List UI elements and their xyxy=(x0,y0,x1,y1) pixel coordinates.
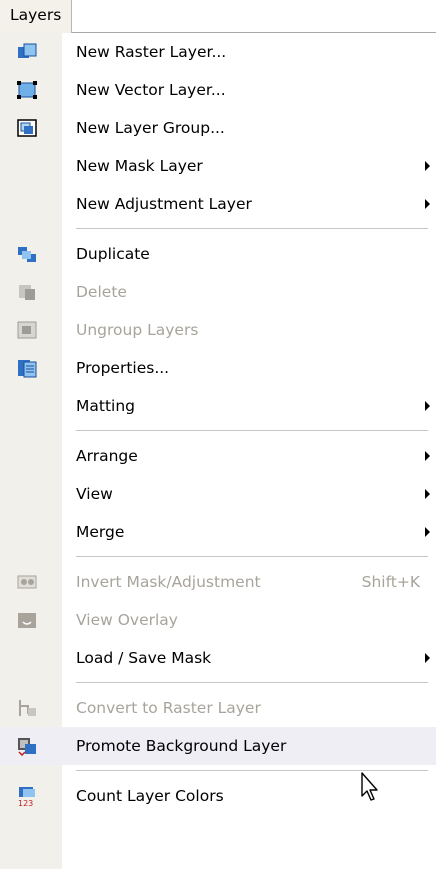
mouse-pointer-icon xyxy=(361,772,378,801)
properties-icon xyxy=(18,360,37,378)
menu-item-label: Delete xyxy=(76,283,127,301)
menu-item-matting[interactable]: Matting xyxy=(0,387,436,425)
menu-item-view[interactable]: View xyxy=(0,475,436,513)
menu-item-new-vector-layer[interactable]: New Vector Layer... xyxy=(0,71,436,109)
menu-item-properties[interactable]: Properties... xyxy=(0,349,436,387)
menu-item-label: View Overlay xyxy=(76,611,178,629)
menu-item-label: View xyxy=(76,485,113,503)
menu-item-label: Load / Save Mask xyxy=(76,649,212,667)
menu-separator xyxy=(0,551,436,563)
menu-item-label: New Vector Layer... xyxy=(76,81,226,99)
menu-item-new-adjustment-layer[interactable]: New Adjustment Layer xyxy=(0,185,436,223)
menu-item-label: Count Layer Colors xyxy=(76,787,224,805)
shortcut-label: Shift+K xyxy=(361,573,420,591)
menu-item-label: Promote Background Layer xyxy=(76,737,287,755)
submenu-arrow-icon xyxy=(425,527,430,537)
menu-item-merge[interactable]: Merge xyxy=(0,513,436,551)
menu-item-view-overlay[interactable]: View Overlay xyxy=(0,601,436,639)
submenu-arrow-icon xyxy=(425,161,430,171)
convert-raster-icon xyxy=(19,700,36,716)
layers-dropdown-menu: New Raster Layer... New Vector Layer... Ne… xyxy=(0,33,436,815)
menu-item-new-raster-layer[interactable]: New Raster Layer... xyxy=(0,33,436,71)
menubar: Layers xyxy=(0,0,436,33)
menu-item-label: New Layer Group... xyxy=(76,119,225,137)
submenu-arrow-icon xyxy=(425,451,430,461)
view-overlay-icon xyxy=(18,613,36,628)
menu-item-label: Arrange xyxy=(76,447,138,465)
submenu-arrow-icon xyxy=(425,489,430,499)
menu-item-label: New Raster Layer... xyxy=(76,43,227,61)
menu-item-label: Convert to Raster Layer xyxy=(76,699,261,717)
menu-separator xyxy=(0,677,436,689)
menu-item-label: New Mask Layer xyxy=(76,157,203,175)
menu-item-ungroup-layers[interactable]: Ungroup Layers xyxy=(0,311,436,349)
menu-separator xyxy=(0,223,436,235)
svg-text:123: 123 xyxy=(18,799,33,806)
menu-item-label: Merge xyxy=(76,523,125,541)
submenu-arrow-icon xyxy=(425,199,430,209)
duplicate-icon xyxy=(18,247,36,262)
new-layer-group-icon xyxy=(17,119,37,137)
ungroup-layers-icon xyxy=(17,321,37,339)
menu-item-label: Properties... xyxy=(76,359,170,377)
menu-item-convert-to-raster-layer[interactable]: Convert to Raster Layer xyxy=(0,689,436,727)
new-raster-layer-icon xyxy=(18,43,37,58)
menu-item-arrange[interactable]: Arrange xyxy=(0,437,436,475)
menu-item-promote-background-layer[interactable]: Promote Background Layer xyxy=(0,727,436,765)
menu-item-label: Invert Mask/Adjustment xyxy=(76,573,261,591)
promote-background-icon xyxy=(18,738,36,756)
menu-separator xyxy=(0,425,436,437)
menu-item-label: Duplicate xyxy=(76,245,150,263)
invert-mask-icon xyxy=(17,575,37,589)
menu-item-duplicate[interactable]: Duplicate xyxy=(0,235,436,273)
menu-item-new-layer-group[interactable]: New Layer Group... xyxy=(0,109,436,147)
submenu-arrow-icon xyxy=(425,401,430,411)
menu-item-invert-mask-adjustment[interactable]: Invert Mask/Adjustment Shift+K xyxy=(0,563,436,601)
menu-item-new-mask-layer[interactable]: New Mask Layer xyxy=(0,147,436,185)
menu-item-label: Matting xyxy=(76,397,135,415)
new-vector-layer-icon xyxy=(17,81,37,99)
menu-item-delete[interactable]: Delete xyxy=(0,273,436,311)
menu-item-label: New Adjustment Layer xyxy=(76,195,252,213)
menu-item-load-save-mask[interactable]: Load / Save Mask xyxy=(0,639,436,677)
layers-menu-tab[interactable]: Layers xyxy=(0,0,73,33)
submenu-arrow-icon xyxy=(425,653,430,663)
delete-icon xyxy=(19,285,35,300)
count-colors-icon: 123 xyxy=(18,787,35,806)
menu-item-label: Ungroup Layers xyxy=(76,321,199,339)
